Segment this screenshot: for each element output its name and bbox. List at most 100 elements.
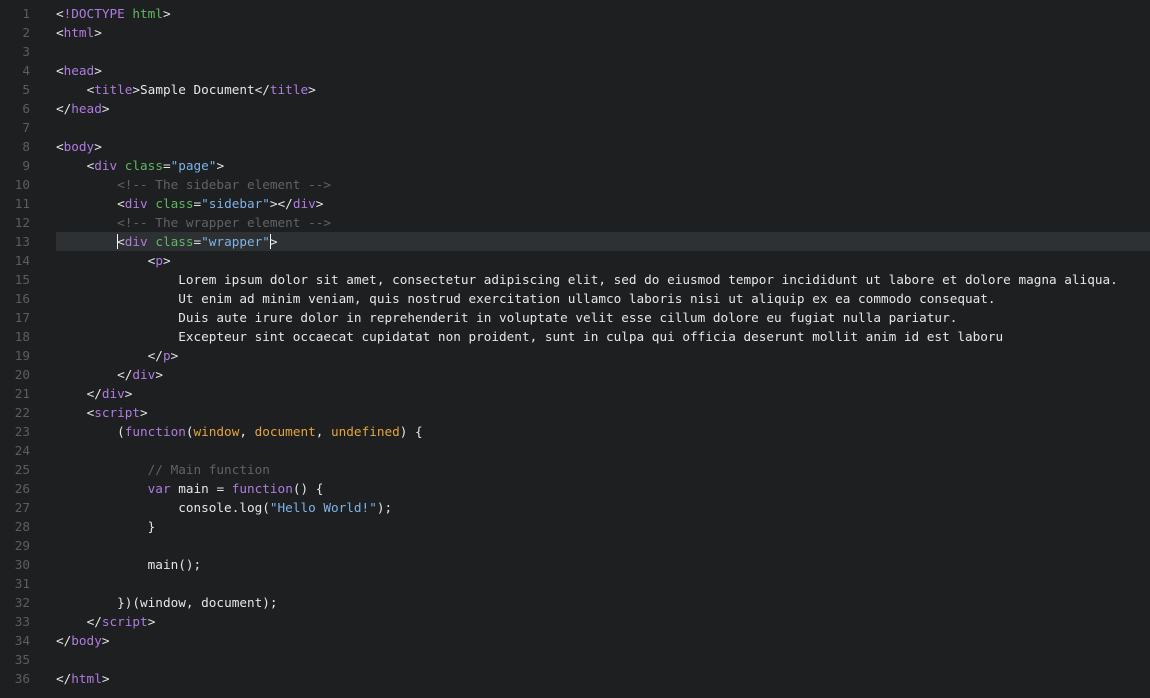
line-number: 5 [22, 82, 30, 97]
code-line[interactable]: 17 Duis aute irure dolor in reprehenderi… [0, 308, 1150, 327]
line-code[interactable]: <div class="sidebar"></div> [56, 194, 1150, 213]
line-code[interactable]: <html> [56, 23, 1150, 42]
code-line[interactable]: 1 <!DOCTYPE html> [0, 4, 1150, 23]
code-token: > [124, 386, 133, 401]
line-number: 13 [14, 234, 30, 249]
line-code[interactable] [56, 650, 1150, 669]
line-code[interactable] [56, 118, 1150, 137]
code-line[interactable]: 18 Excepteur sint occaecat cupidatat non… [0, 327, 1150, 346]
code-line[interactable]: 7 [0, 118, 1150, 137]
code-line[interactable]: 16 Ut enim ad minim veniam, quis nostrud… [0, 289, 1150, 308]
line-code[interactable]: </div> [56, 384, 1150, 403]
code-line[interactable]: 23 (function(window, document, undefined… [0, 422, 1150, 441]
line-code[interactable]: Duis aute irure dolor in reprehenderit i… [56, 308, 1150, 327]
line-code[interactable]: <div class="wrapper"> [56, 232, 1150, 251]
code-token: p [155, 253, 163, 268]
code-token: script [101, 614, 148, 629]
line-code[interactable]: var main = function() { [56, 479, 1150, 498]
line-code[interactable] [56, 574, 1150, 593]
code-line[interactable]: 30 main(); [0, 555, 1150, 574]
line-code[interactable]: <div class="page"> [56, 156, 1150, 175]
line-code[interactable]: <head> [56, 61, 1150, 80]
line-number: 35 [14, 652, 30, 667]
code-token: > [140, 405, 148, 420]
code-line[interactable]: 3 [0, 42, 1150, 61]
line-code[interactable]: <p> [56, 251, 1150, 270]
code-line[interactable]: 10 <!-- The sidebar element --> [0, 175, 1150, 194]
line-code[interactable]: <!DOCTYPE html> [56, 4, 1150, 23]
line-code[interactable]: <!-- The sidebar element --> [56, 175, 1150, 194]
line-code[interactable]: Lorem ipsum dolor sit amet, consectetur … [56, 270, 1150, 289]
line-code[interactable] [56, 42, 1150, 61]
line-number: 20 [14, 367, 30, 382]
line-code[interactable]: <!-- The wrapper element --> [56, 213, 1150, 232]
line-code[interactable]: </p> [56, 346, 1150, 365]
code-line[interactable]: 2 <html> [0, 23, 1150, 42]
code-line[interactable]: 29 [0, 536, 1150, 555]
line-number: 10 [14, 177, 30, 192]
line-code[interactable]: </head> [56, 99, 1150, 118]
line-code[interactable]: // Main function [56, 460, 1150, 479]
code-editor[interactable]: 1 <!DOCTYPE html> 2 <html> 3 4 <head> 5 <title>… [0, 0, 1150, 698]
code-token: script [94, 405, 141, 420]
line-code[interactable]: </script> [56, 612, 1150, 631]
line-number: 30 [14, 557, 30, 572]
code-token: Lorem ipsum dolor sit amet, consectetur … [56, 272, 1118, 287]
code-line[interactable]: 8 <body> [0, 137, 1150, 156]
code-token: title [94, 82, 133, 97]
line-code[interactable]: Excepteur sint occaecat cupidatat non pr… [56, 327, 1150, 346]
code-line[interactable]: 12 <!-- The wrapper element --> [0, 213, 1150, 232]
line-code[interactable]: <body> [56, 137, 1150, 156]
line-code[interactable]: })(window, document); [56, 593, 1150, 612]
code-line[interactable]: 21 </div> [0, 384, 1150, 403]
line-code[interactable]: <script> [56, 403, 1150, 422]
code-line[interactable]: 5 <title>Sample Document</title> [0, 80, 1150, 99]
code-line[interactable]: 31 [0, 574, 1150, 593]
line-code[interactable] [56, 441, 1150, 460]
line-number: 12 [14, 215, 30, 230]
code-token: class [155, 234, 194, 249]
code-line[interactable]: 35 [0, 650, 1150, 669]
code-line[interactable]: 4 <head> [0, 61, 1150, 80]
code-line[interactable]: 13 <div class="wrapper"> [0, 232, 1150, 251]
code-line[interactable]: 22 <script> [0, 403, 1150, 422]
line-number: 2 [22, 25, 30, 40]
code-line[interactable]: 19 </p> [0, 346, 1150, 365]
code-token: () { [292, 481, 324, 496]
code-line[interactable]: 24 [0, 441, 1150, 460]
code-line[interactable]: 28 } [0, 517, 1150, 536]
line-code[interactable]: console.log("Hello World!"); [56, 498, 1150, 517]
code-token: html [132, 6, 163, 21]
code-line[interactable]: 25 // Main function [0, 460, 1150, 479]
code-token: document [201, 595, 263, 610]
line-code[interactable]: (function(window, document, undefined) { [56, 422, 1150, 441]
line-code[interactable] [56, 536, 1150, 555]
line-code[interactable]: <title>Sample Document</title> [56, 80, 1150, 99]
code-line[interactable]: 6 </head> [0, 99, 1150, 118]
code-line[interactable]: 26 var main = function() { [0, 479, 1150, 498]
code-line[interactable]: 20 </div> [0, 365, 1150, 384]
line-number: 3 [22, 44, 30, 59]
code-line[interactable]: 11 <div class="sidebar"></div> [0, 194, 1150, 213]
line-code[interactable]: main(); [56, 555, 1150, 574]
code-line[interactable]: 33 </script> [0, 612, 1150, 631]
line-code[interactable]: } [56, 517, 1150, 536]
code-token: > [216, 158, 225, 173]
line-code[interactable]: Ut enim ad minim veniam, quis nostrud ex… [56, 289, 1150, 308]
code-line[interactable]: 32 })(window, document); [0, 593, 1150, 612]
line-code[interactable]: </div> [56, 365, 1150, 384]
code-line[interactable]: 15 Lorem ipsum dolor sit amet, consectet… [0, 270, 1150, 289]
line-number: 36 [14, 671, 30, 686]
line-code[interactable]: </html> [56, 669, 1150, 688]
code-line[interactable]: 9 <div class="page"> [0, 156, 1150, 175]
code-line[interactable]: 14 <p> [0, 251, 1150, 270]
code-line[interactable]: 27 console.log("Hello World!"); [0, 498, 1150, 517]
code-line[interactable]: 36 </html> [0, 669, 1150, 688]
line-number: 17 [14, 310, 30, 325]
code-line[interactable]: 34 </body> [0, 631, 1150, 650]
line-code[interactable]: </body> [56, 631, 1150, 650]
line-number: 25 [14, 462, 30, 477]
